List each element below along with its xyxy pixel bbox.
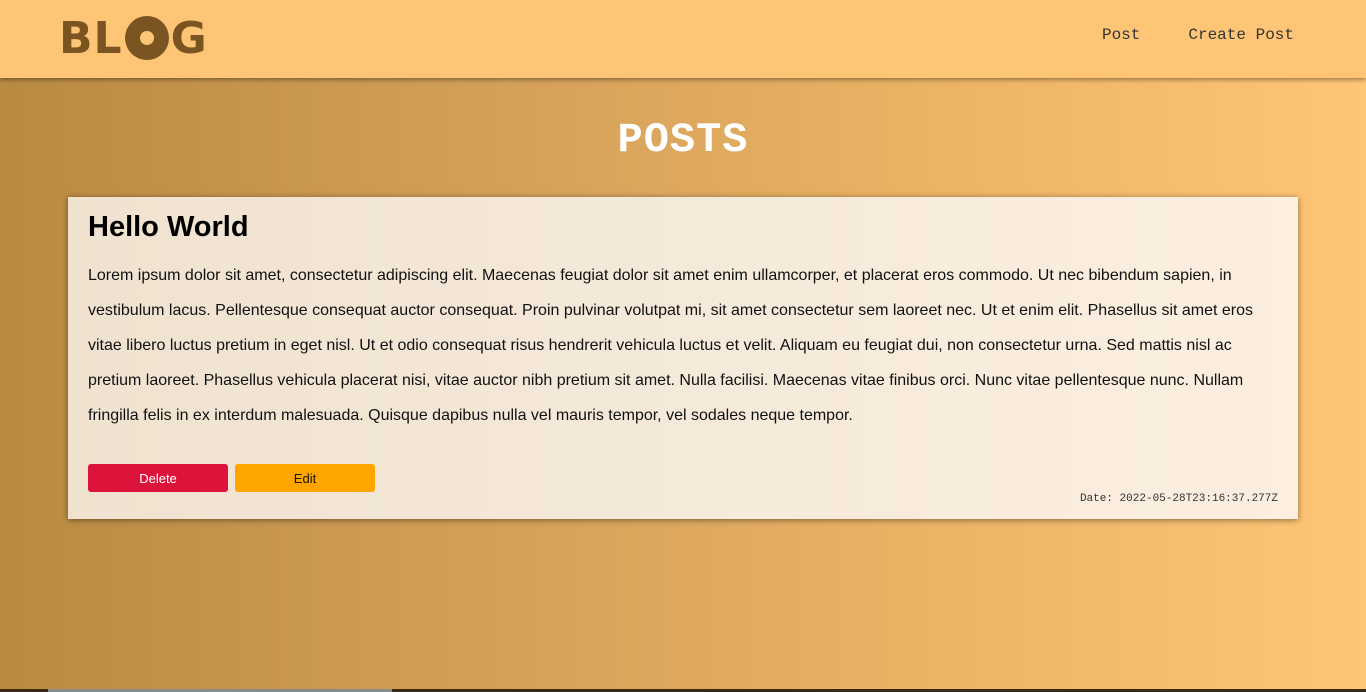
logo-o-mark [124,16,169,60]
post-body: Lorem ipsum dolor sit amet, consectetur … [88,267,1254,424]
page-title: POSTS [617,116,749,164]
post-card: Hello World Lorem ipsum dolor sit amet, … [68,197,1298,519]
logo-text-end: G [170,12,208,64]
logo-text-start: BL [59,12,123,64]
post-title: Hello World [88,211,249,243]
navbar: BL G Post Create Post [0,0,1366,78]
edit-button[interactable]: Edit [235,464,375,492]
post-date: Date: 2022-05-28T23:16:37.277Z [1079,493,1278,505]
nav-link-post[interactable]: Post [1102,26,1140,44]
nav-link-create-post[interactable]: Create Post [1188,26,1294,44]
nav-links: Post Create Post [1102,26,1294,44]
delete-button[interactable]: Delete [88,464,228,492]
blog-logo[interactable]: BL G [59,12,208,64]
